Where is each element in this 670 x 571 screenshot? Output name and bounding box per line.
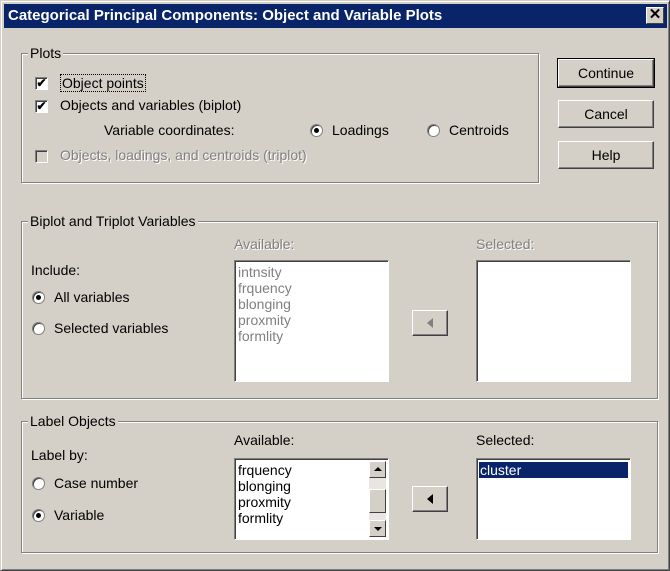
bt-move-left-button[interactable] bbox=[412, 310, 448, 336]
lo-selected-listbox[interactable]: cluster bbox=[476, 458, 631, 540]
window-title: Categorical Principal Components: Object… bbox=[8, 7, 443, 24]
scroll-thumb[interactable] bbox=[369, 489, 386, 513]
selected-variables-label[interactable]: Selected variables bbox=[54, 320, 168, 336]
biplot-triplot-legend: Biplot and Triplot Variables bbox=[28, 213, 198, 229]
lo-selected-label: Selected: bbox=[476, 432, 535, 448]
bt-selected-label: Selected: bbox=[476, 236, 535, 252]
triplot-checkbox[interactable] bbox=[35, 150, 48, 163]
biplot-triplot-group: Biplot and Triplot Variables Include: Al… bbox=[21, 213, 658, 399]
list-item[interactable]: formlity bbox=[237, 328, 386, 344]
plots-legend: Plots bbox=[28, 45, 64, 61]
list-item[interactable]: intnsity bbox=[237, 264, 386, 280]
label-objects-group: Label Objects Label by: Case number Vari… bbox=[21, 413, 658, 553]
selected-variables-radio[interactable] bbox=[32, 322, 45, 335]
variable-radio[interactable] bbox=[32, 509, 45, 522]
cancel-button[interactable]: Cancel bbox=[558, 100, 654, 128]
label-objects-legend: Label Objects bbox=[28, 413, 118, 429]
biplot-checkbox[interactable]: ✔ bbox=[35, 100, 48, 113]
lo-move-left-button[interactable] bbox=[412, 486, 448, 512]
case-number-label[interactable]: Case number bbox=[54, 475, 138, 491]
plots-group: Plots ✔ Object points ✔ Objects and vari… bbox=[21, 45, 539, 183]
centroids-label[interactable]: Centroids bbox=[449, 122, 509, 138]
lo-available-label: Available: bbox=[234, 432, 295, 448]
continue-button[interactable]: Continue bbox=[557, 58, 655, 88]
object-points-checkbox[interactable]: ✔ bbox=[35, 77, 48, 90]
vertical-scrollbar[interactable] bbox=[369, 461, 386, 537]
biplot-label[interactable]: Objects and variables (biplot) bbox=[60, 97, 241, 113]
bt-available-listbox[interactable]: intnsity frquency blonging proxmity form… bbox=[234, 260, 389, 382]
list-item[interactable]: cluster bbox=[479, 462, 628, 478]
list-item[interactable]: blonging bbox=[237, 478, 368, 494]
scroll-up-icon[interactable] bbox=[369, 461, 386, 478]
all-variables-radio[interactable] bbox=[32, 291, 45, 304]
scroll-down-icon[interactable] bbox=[369, 520, 386, 537]
variable-label[interactable]: Variable bbox=[54, 507, 104, 523]
close-icon[interactable]: ✕ bbox=[646, 7, 664, 24]
label-by-label: Label by: bbox=[31, 447, 88, 463]
list-item[interactable]: blonging bbox=[237, 296, 386, 312]
loadings-radio[interactable] bbox=[310, 124, 323, 137]
triplot-label[interactable]: Objects, loadings, and centroids (triplo… bbox=[60, 147, 307, 163]
list-item[interactable]: frquency bbox=[237, 462, 368, 478]
list-item[interactable]: proxmity bbox=[237, 312, 386, 328]
case-number-radio[interactable] bbox=[32, 477, 45, 490]
object-points-label[interactable]: Object points bbox=[60, 74, 146, 92]
list-item[interactable]: proxmity bbox=[237, 494, 368, 510]
centroids-radio[interactable] bbox=[427, 124, 440, 137]
loadings-label[interactable]: Loadings bbox=[332, 122, 389, 138]
variable-coordinates-label: Variable coordinates: bbox=[104, 122, 235, 138]
list-item[interactable]: frquency bbox=[237, 280, 386, 296]
include-label: Include: bbox=[31, 262, 81, 278]
arrow-left-icon bbox=[427, 494, 433, 504]
lo-available-listbox[interactable]: frquency blonging proxmity formlity bbox=[234, 458, 389, 540]
list-item[interactable]: formlity bbox=[237, 510, 368, 526]
help-button[interactable]: Help bbox=[558, 141, 654, 169]
all-variables-label[interactable]: All variables bbox=[54, 289, 129, 305]
bt-available-label: Available: bbox=[234, 236, 295, 252]
dialog-window: Categorical Principal Components: Object… bbox=[0, 0, 670, 571]
title-bar[interactable]: Categorical Principal Components: Object… bbox=[4, 4, 667, 28]
arrow-left-icon bbox=[427, 318, 433, 328]
bt-selected-listbox[interactable] bbox=[476, 260, 631, 382]
